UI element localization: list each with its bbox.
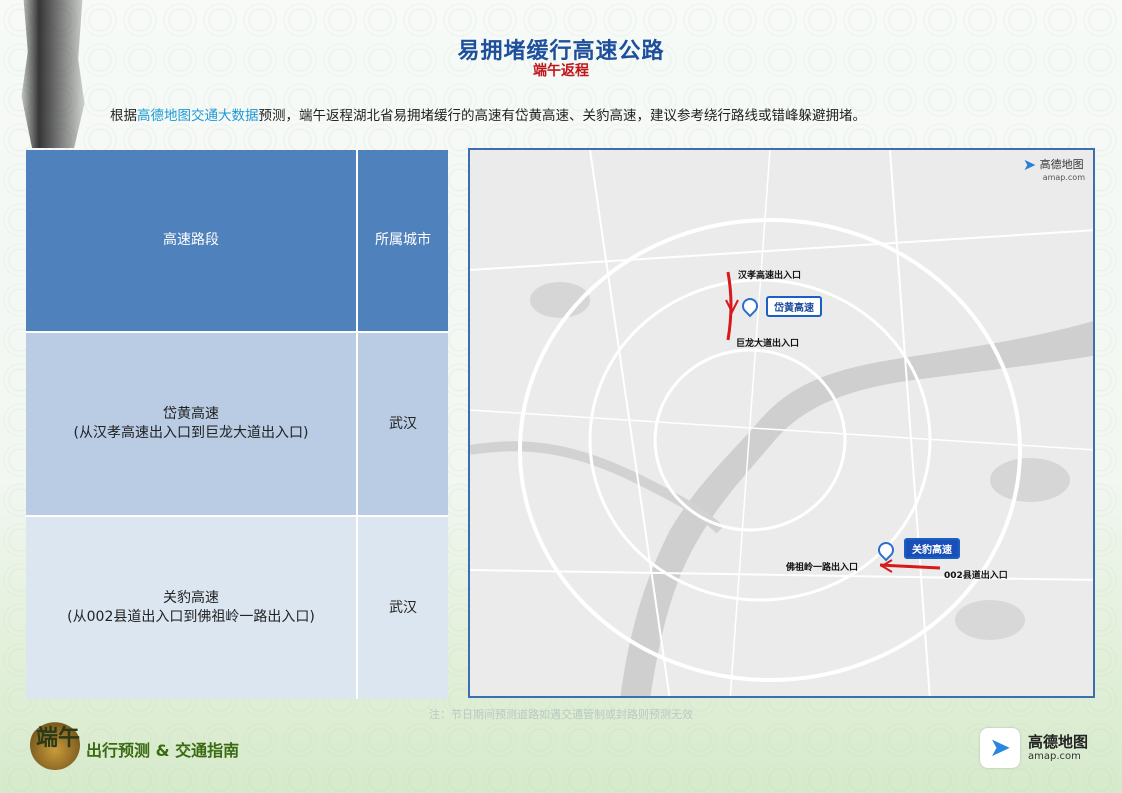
amap-logo-name: 高德地图 bbox=[1039, 157, 1084, 171]
footer-brand[interactable]: ➤ 高德地图 amap.com bbox=[979, 728, 1088, 768]
amap-logo-url: amap.com bbox=[1042, 172, 1085, 182]
footer-slogan: 出行预测 & 交通指南 bbox=[86, 741, 240, 760]
segment-cell: 岱黄高速 (从汉孝高速出入口到巨龙大道出入口) bbox=[26, 333, 358, 515]
city-cell: 武汉 bbox=[389, 415, 417, 432]
page-subtitle: 端午返程 bbox=[533, 63, 589, 79]
brand-url: amap.com bbox=[1027, 750, 1081, 762]
intro-text: 根据高德地图交通大数据预测，端午返程湖北省易拥堵缓行的高速有岱黄高速、关豹高速，… bbox=[110, 104, 1070, 124]
intro-highlight-link[interactable]: 高德地图交通大数据 bbox=[137, 108, 259, 124]
city-cell: 武汉 bbox=[389, 599, 417, 616]
label-julong: 巨龙大道出入口 bbox=[736, 339, 800, 349]
segment-cell: 关豹高速 (从002县道出入口到佛祖岭一路出入口) bbox=[26, 517, 358, 699]
map-base bbox=[470, 150, 1093, 696]
tag-daihuang[interactable]: 岱黄高速 bbox=[766, 296, 822, 317]
amap-plane-icon: ➤ bbox=[1022, 155, 1037, 174]
table-header-row: 高速路段 所属城市 bbox=[26, 150, 448, 333]
intro-suffix: 预测，端午返程湖北省易拥堵缓行的高速有岱黄高速、关豹高速，建议参考绕行路线或错峰… bbox=[258, 108, 867, 124]
footer-brand-text: 高德地图 amap.com bbox=[1028, 734, 1088, 762]
amap-app-icon: ➤ bbox=[979, 728, 1020, 768]
label-hanxiao: 汉孝高速出入口 bbox=[738, 271, 802, 281]
amap-logo: ➤ 高德地图 amap.com bbox=[1023, 156, 1085, 182]
highway-table: 高速路段 所属城市 岱黄高速 (从汉孝高速出入口到巨龙大道出入口) 武汉 关豹高… bbox=[26, 150, 448, 699]
label-county002: 002县道出入口 bbox=[944, 571, 1008, 581]
column-header-segment: 高速路段 bbox=[26, 150, 358, 331]
label-fozuling: 佛祖岭一路出入口 bbox=[786, 563, 859, 573]
badge-text: 端午 bbox=[36, 725, 81, 751]
column-header-city: 所属城市 bbox=[375, 232, 431, 249]
intro-prefix: 根据 bbox=[110, 108, 137, 124]
footer-left: 端午 出行预测 & 交通指南 bbox=[30, 720, 239, 770]
table-row: 关豹高速 (从002县道出入口到佛祖岭一路出入口) 武汉 bbox=[26, 517, 448, 699]
table-row: 岱黄高速 (从汉孝高速出入口到巨龙大道出入口) 武汉 bbox=[26, 333, 448, 517]
traffic-map[interactable]: ➤ 高德地图 amap.com 汉孝高速出入口 巨龙大道出入口 岱黄高速 关豹高… bbox=[468, 148, 1095, 698]
dragon-boat-badge: 端午 bbox=[30, 720, 80, 770]
tag-guanbao[interactable]: 关豹高速 bbox=[904, 538, 960, 559]
brand-name: 高德地图 bbox=[1027, 733, 1088, 752]
